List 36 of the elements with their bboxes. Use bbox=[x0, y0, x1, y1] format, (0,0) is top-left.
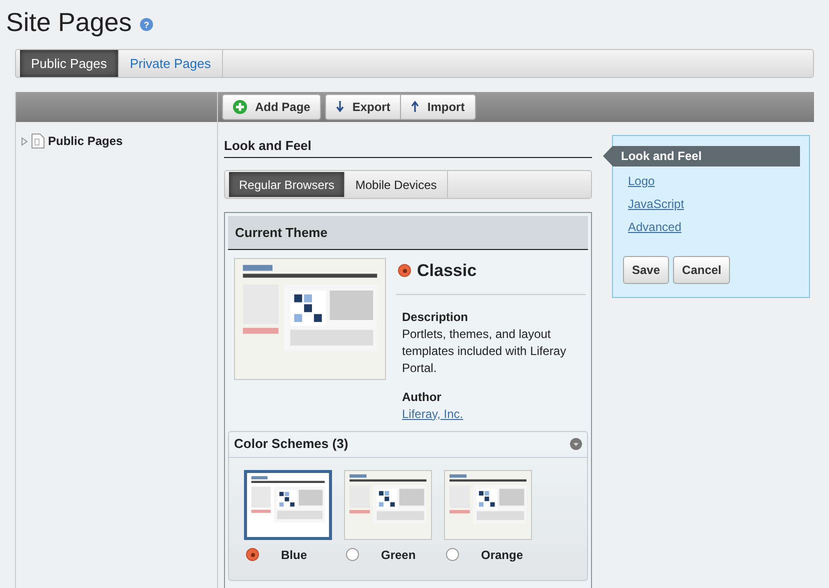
up-arrow-icon bbox=[411, 101, 420, 112]
field-label: Author bbox=[402, 388, 442, 406]
scheme-label: Blue bbox=[281, 546, 308, 564]
scheme-label: Green bbox=[381, 546, 416, 564]
down-arrow-icon bbox=[336, 101, 344, 112]
device-tab[interactable]: Regular Browsers bbox=[229, 172, 346, 197]
toolbar-button[interactable]: Add Page bbox=[222, 94, 322, 120]
radio-button[interactable] bbox=[446, 548, 459, 561]
panel-heading: Current Theme bbox=[228, 216, 588, 250]
expand-triangle-icon[interactable] bbox=[21, 136, 28, 146]
radio-button[interactable] bbox=[398, 264, 411, 278]
description-text: Portlets, themes, and layout templates included with Liferay Portal. bbox=[402, 326, 568, 376]
radio-button[interactable] bbox=[346, 548, 359, 561]
plus-icon bbox=[233, 100, 247, 114]
form-button[interactable]: Cancel bbox=[673, 256, 730, 284]
tree-item[interactable]: Public Pages bbox=[48, 132, 123, 150]
device-tab[interactable]: Mobile Devices bbox=[345, 171, 448, 198]
nav-item[interactable]: Look and Feel bbox=[603, 146, 800, 166]
scheme-label: Orange bbox=[481, 546, 524, 564]
page-tab[interactable]: Private Pages bbox=[118, 50, 223, 77]
toolbar-button[interactable]: Import bbox=[401, 94, 476, 120]
page-tab[interactable]: Public Pages bbox=[20, 50, 119, 77]
nav-link[interactable]: Advanced bbox=[628, 218, 682, 236]
theme-name: Classic bbox=[417, 260, 477, 282]
page-title: Site Pages bbox=[6, 6, 132, 38]
radio-button[interactable] bbox=[246, 548, 259, 561]
section-title: Look and Feel bbox=[224, 136, 592, 158]
panel-heading: Color Schemes (3) bbox=[234, 435, 348, 454]
collapse-icon[interactable] bbox=[570, 438, 582, 450]
field-label: Description bbox=[402, 308, 470, 326]
form-button[interactable]: Save bbox=[623, 256, 670, 284]
nav-link[interactable]: JavaScript bbox=[628, 194, 684, 212]
nav-link[interactable]: Logo bbox=[628, 172, 655, 190]
author-link[interactable]: Liferay, Inc. bbox=[402, 406, 464, 420]
page-icon bbox=[31, 133, 45, 149]
toolbar-button[interactable]: Export bbox=[325, 94, 402, 120]
